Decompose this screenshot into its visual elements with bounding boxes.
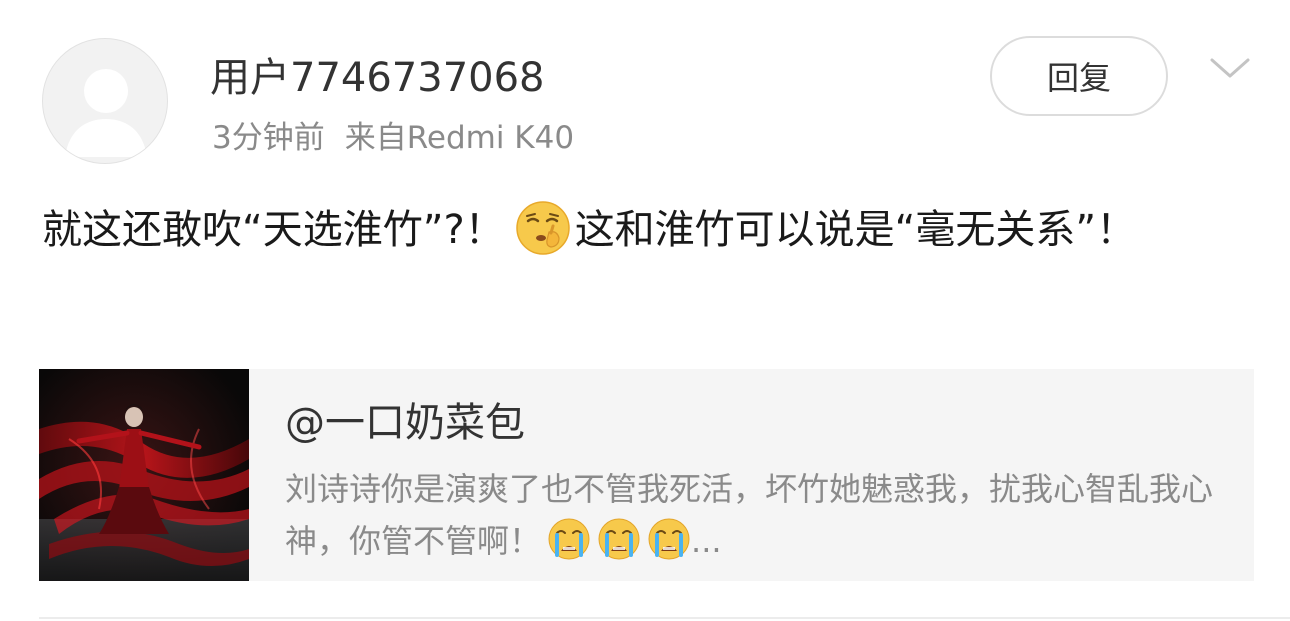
comment-text-part2: 这和淮竹可以说是“毫无关系”！ bbox=[574, 207, 1137, 253]
shush-face-emoji bbox=[515, 201, 570, 255]
crying-face-emoji bbox=[648, 518, 690, 560]
comment-text-part1: 就这还敢吹“天选淮竹”?！ bbox=[42, 207, 505, 253]
avatar[interactable] bbox=[42, 38, 168, 164]
truncation-ellipsis: ... bbox=[691, 522, 722, 560]
timestamp: 3分钟前 bbox=[212, 120, 325, 156]
device-source: 来自Redmi K40 bbox=[344, 120, 575, 156]
shared-post-text: 刘诗诗你是演爽了也不管我死活，坏竹她魅惑我，扰我心智乱我心神，你管不管啊！ ..… bbox=[285, 463, 1225, 567]
reply-button[interactable]: 回复 bbox=[990, 36, 1168, 116]
shared-post-card[interactable]: @一口奶菜包 刘诗诗你是演爽了也不管我死活，坏竹她魅惑我，扰我心智乱我心神，你管… bbox=[39, 369, 1254, 581]
comment-item: 用户7746737068 3分钟前 来自Redmi K40 回复 就这还敢吹“天选… bbox=[0, 0, 1290, 621]
comment-meta: 3分钟前 来自Redmi K40 bbox=[212, 118, 574, 158]
default-avatar-icon bbox=[65, 69, 147, 157]
shared-post-body: 刘诗诗你是演爽了也不管我死活，坏竹她魅惑我，扰我心智乱我心神，你管不管啊！ bbox=[285, 470, 1214, 560]
username[interactable]: 用户7746737068 bbox=[210, 54, 545, 102]
comment-text: 就这还敢吹“天选淮竹”?！ 这和淮竹可以说是“毫无关系”！ bbox=[42, 194, 1252, 266]
dancer-red-silk-image bbox=[39, 369, 249, 581]
divider bbox=[39, 617, 1290, 619]
shared-post-author[interactable]: @一口奶菜包 bbox=[285, 399, 525, 447]
chevron-down-icon[interactable] bbox=[1206, 50, 1254, 86]
crying-face-emoji bbox=[548, 518, 590, 560]
crying-face-emoji bbox=[598, 518, 640, 560]
